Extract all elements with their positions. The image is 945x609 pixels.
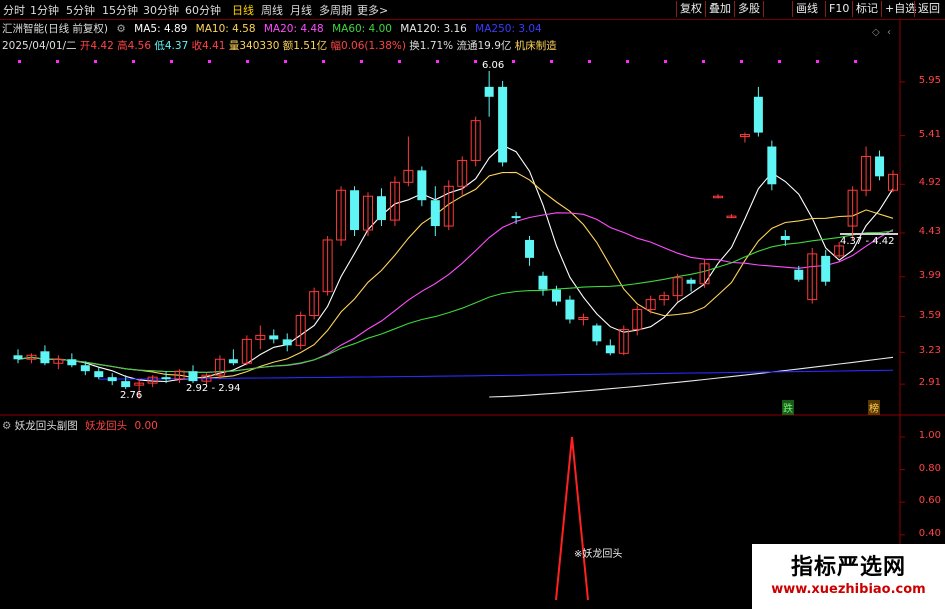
marker-dot (132, 60, 135, 63)
signal-label: ※妖龙回头 (574, 549, 623, 560)
candle-body (376, 196, 386, 221)
marker-dot (550, 60, 553, 63)
price-tick-label: 3.59 (918, 309, 941, 321)
range-annotation-1: 2.92 - 2.94 (186, 383, 241, 394)
candle-body (430, 200, 440, 227)
ma5-line (17, 144, 894, 383)
price-tick-label: 3.23 (918, 345, 941, 357)
candle-body (794, 269, 804, 280)
candle-body (161, 377, 171, 380)
settings-icon[interactable]: ⚙ (2, 420, 11, 432)
marker-dot (360, 60, 363, 63)
candle-body (80, 365, 90, 372)
sub-tick-label: 0.80 (918, 462, 941, 474)
range-annotation-2: 4.37 - 4.42 (840, 236, 895, 247)
candle-body (565, 299, 575, 320)
candle-body (592, 325, 602, 342)
candle-body (538, 275, 548, 290)
candle-body (498, 86, 508, 163)
marker-dot (778, 60, 781, 63)
marker-dot (816, 60, 819, 63)
marker-dot (740, 60, 743, 63)
price-tick-label: 5.41 (918, 128, 941, 140)
candle-body (228, 359, 238, 364)
candlestick-chart[interactable] (0, 0, 945, 609)
candle-body (753, 96, 763, 133)
candle-body (121, 381, 131, 388)
candle-body (67, 359, 77, 366)
watermark: 指标严选网 www.xuezhibiao.com (752, 544, 945, 609)
candle-body (107, 377, 117, 382)
candle-body (686, 279, 696, 284)
ma120-line (489, 356, 894, 398)
marker-dot (588, 60, 591, 63)
marker-dot (626, 60, 629, 63)
candle-body (551, 289, 561, 302)
candle-body (821, 255, 831, 282)
price-tick-label: 3.99 (918, 269, 941, 281)
candle-body (13, 355, 23, 360)
marker-dot (284, 60, 287, 63)
sub-tick-label: 0.40 (918, 527, 941, 539)
candle-body (484, 86, 494, 97)
price-tick-label: 5.95 (918, 74, 941, 86)
price-tick-label: 2.91 (918, 377, 941, 389)
marker-dot (18, 60, 21, 63)
price-tick-label: 4.43 (918, 226, 941, 237)
marker-dot (56, 60, 59, 63)
candle-body (40, 351, 50, 364)
candle-body (269, 335, 279, 340)
candle-body (282, 339, 292, 346)
ma60-line (17, 230, 894, 373)
candle-body (780, 235, 790, 240)
candle-body (350, 190, 360, 231)
marker-dot (512, 60, 515, 63)
marker-dot (474, 60, 477, 63)
marker-dot (208, 60, 211, 63)
badge-rank: 榜 (868, 400, 880, 415)
sub-tick-label: 0.60 (918, 495, 941, 507)
candle-body (525, 239, 535, 258)
marker-dot (702, 60, 705, 63)
candle-body (875, 156, 885, 177)
watermark-title: 指标严选网 (790, 555, 906, 580)
high-annotation: 6.06 (482, 60, 505, 71)
signal-spike (555, 436, 589, 601)
marker-dot (436, 60, 439, 63)
marker-dot (664, 60, 667, 63)
ma20-line (17, 212, 894, 373)
indicator-value: 0.00 (134, 420, 158, 432)
marker-dot (854, 60, 857, 63)
watermark-url: www.xuezhibiao.com (771, 582, 926, 597)
candle-body (188, 371, 198, 382)
ma10-line (17, 171, 894, 379)
sub-panel-title: 妖龙回头副图 (14, 420, 78, 432)
candle-body (94, 371, 104, 378)
sub-tick-label: 1.00 (918, 430, 941, 441)
candle-body (511, 216, 521, 219)
low-annotation: 2.76 (120, 390, 143, 401)
candle-body (605, 345, 615, 354)
marker-dot (322, 60, 325, 63)
indicator-name: 妖龙回头 (85, 420, 128, 432)
marker-dot (94, 60, 97, 63)
price-tick-label: 4.92 (918, 177, 941, 189)
candle-body (417, 170, 427, 201)
marker-dot (170, 60, 173, 63)
sub-panel-header: ⚙ 妖龙回头副图 妖龙回头 0.00 (2, 418, 158, 433)
marker-dot (246, 60, 249, 63)
badge-fall: 跌 (782, 400, 794, 415)
marker-dot (398, 60, 401, 63)
candle-body (767, 146, 777, 185)
